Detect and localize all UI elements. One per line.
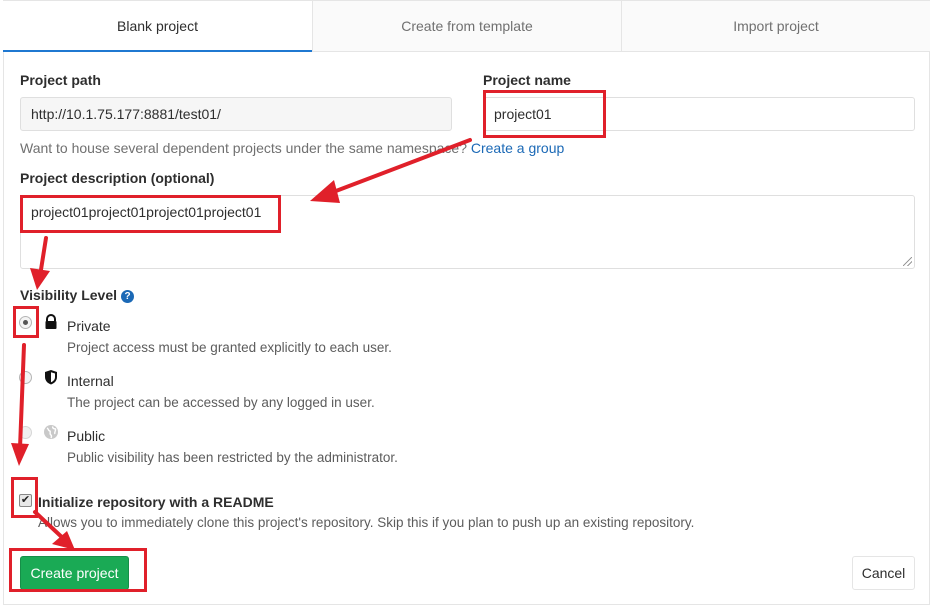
annotation-arrows xyxy=(11,138,472,550)
